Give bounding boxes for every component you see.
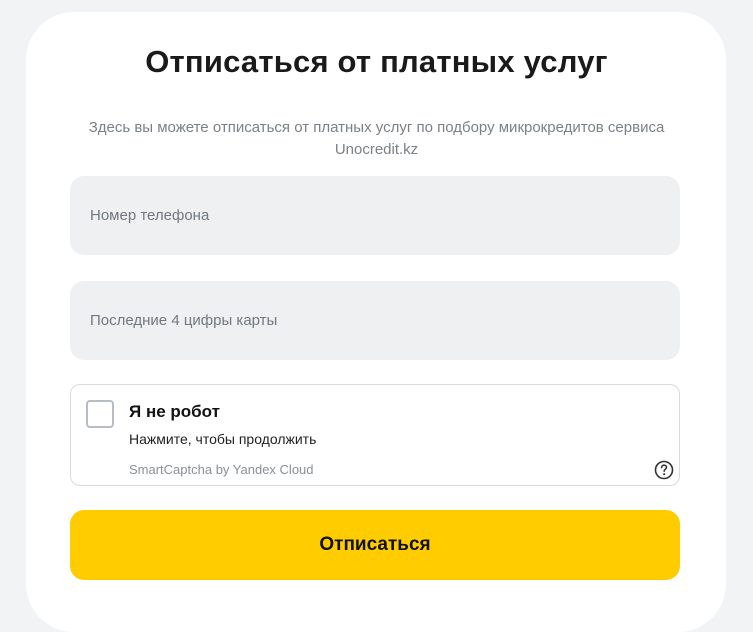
card-last-digits-placeholder: Последние 4 цифры карты: [90, 312, 278, 329]
phone-input[interactable]: Номер телефона: [70, 176, 680, 255]
unsubscribe-button[interactable]: Отписаться: [70, 510, 680, 580]
page-title: Отписаться от платных услуг: [145, 44, 608, 79]
captcha-hint: Нажмите, чтобы продолжить: [129, 431, 317, 447]
captcha-checkbox[interactable]: [86, 400, 114, 428]
page-subtitle: Здесь вы можете отписаться от платных ус…: [88, 119, 665, 158]
captcha-brand: SmartCaptcha by Yandex Cloud: [129, 462, 314, 477]
card-last-digits-input[interactable]: Последние 4 цифры карты: [70, 281, 680, 360]
phone-input-placeholder: Номер телефона: [90, 207, 210, 224]
captcha-title: Я не робот: [129, 402, 220, 421]
smartcaptcha-widget: Я не робот Нажмите, чтобы продолжить Sma…: [70, 384, 680, 486]
question-circle-icon[interactable]: [654, 460, 674, 480]
